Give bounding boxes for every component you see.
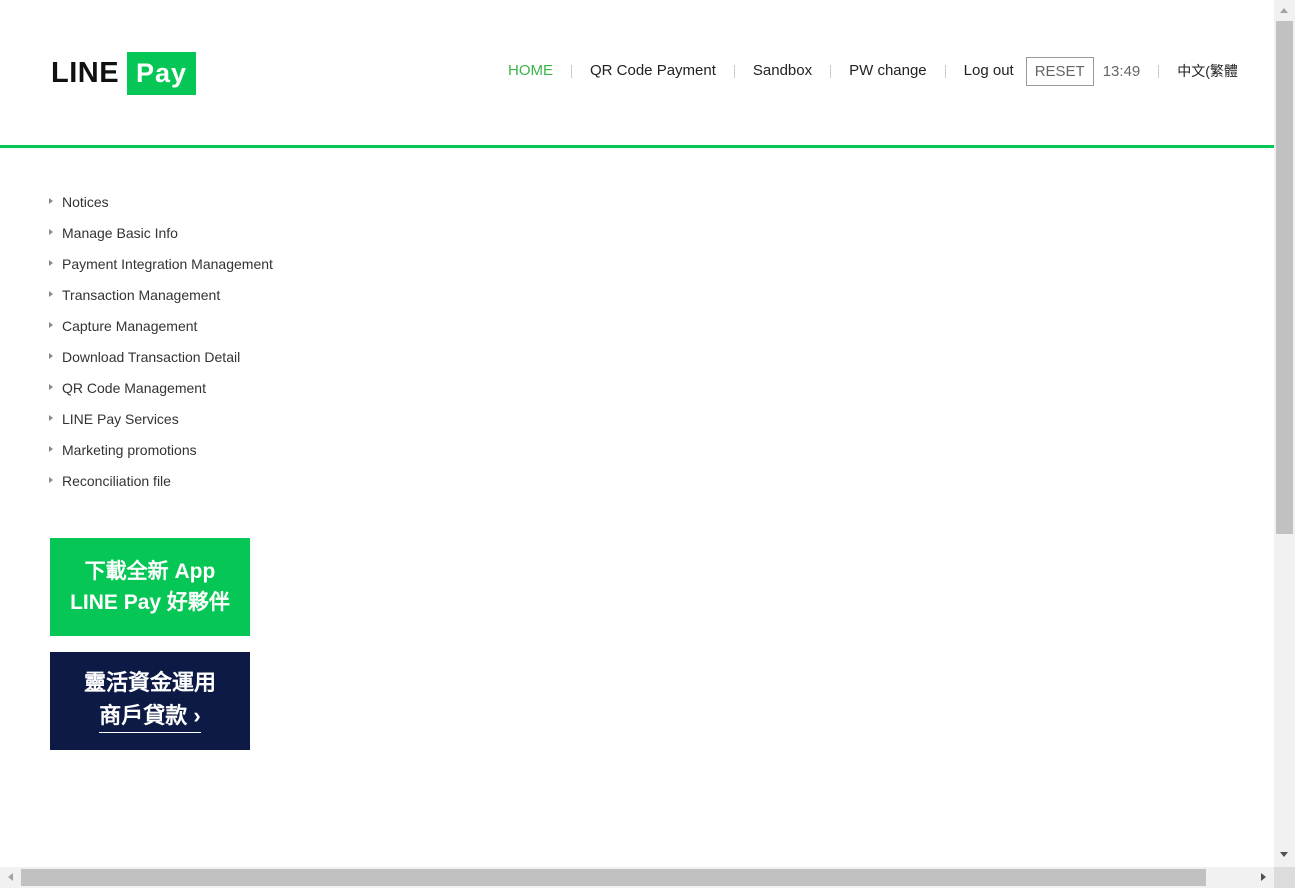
nav-separator xyxy=(1158,64,1160,78)
caret-right-icon xyxy=(49,228,53,235)
app-banner-line1: 下載全新 App xyxy=(84,560,216,583)
nav-separator xyxy=(733,64,735,78)
loan-banner-line2: 商戶貸款 › xyxy=(99,702,201,733)
menu-item-payment-integration[interactable]: Payment Integration Management xyxy=(49,249,273,280)
loan-banner-line1: 靈活資金運用 xyxy=(83,670,216,695)
caret-right-icon xyxy=(49,259,53,266)
menu-item-line-pay-services[interactable]: LINE Pay Services xyxy=(49,404,273,435)
top-navigation: HOME QR Code Payment Sandbox PW change L… xyxy=(508,56,1238,86)
page-viewport: LINE Pay HOME QR Code Payment Sandbox PW… xyxy=(0,0,1274,867)
menu-item-transaction-management[interactable]: Transaction Management xyxy=(49,280,273,311)
app-banner-line2: LINE Pay 好夥伴 xyxy=(70,591,230,614)
nav-separator xyxy=(944,64,946,78)
scroll-left-arrow-icon[interactable] xyxy=(8,873,13,881)
nav-qr-code-payment-link[interactable]: QR Code Payment xyxy=(590,57,716,85)
vertical-scrollbar[interactable] xyxy=(1274,0,1295,867)
nav-pw-change-link[interactable]: PW change xyxy=(849,57,927,85)
scroll-right-arrow-icon[interactable] xyxy=(1261,873,1266,881)
horizontal-scrollbar[interactable] xyxy=(0,867,1274,888)
logo-line-text: LINE xyxy=(51,57,120,89)
menu-item-label: Reconciliation file xyxy=(62,473,171,489)
scroll-up-arrow-icon[interactable] xyxy=(1280,8,1288,13)
menu-item-download-transaction-detail[interactable]: Download Transaction Detail xyxy=(49,342,273,373)
nav-separator xyxy=(830,64,832,78)
nav-separator xyxy=(571,64,572,78)
caret-right-icon xyxy=(49,476,53,483)
horizontal-scrollbar-thumb[interactable] xyxy=(21,869,1206,886)
menu-item-reconciliation-file[interactable]: Reconciliation file xyxy=(49,466,273,497)
caret-right-icon xyxy=(49,414,53,421)
nav-sandbox-link[interactable]: Sandbox xyxy=(753,57,812,85)
logo-pay-badge: Pay xyxy=(127,51,197,95)
nav-home-link[interactable]: HOME xyxy=(508,57,553,85)
menu-item-capture-management[interactable]: Capture Management xyxy=(49,311,273,342)
merchant-loan-banner[interactable]: 靈活資金運用 商戶貸款 › xyxy=(50,652,250,750)
site-header: LINE Pay HOME QR Code Payment Sandbox PW… xyxy=(0,0,1274,148)
caret-right-icon xyxy=(49,445,53,452)
menu-item-label: Capture Management xyxy=(62,318,198,334)
caret-right-icon xyxy=(49,383,53,390)
vertical-scrollbar-thumb[interactable] xyxy=(1276,21,1293,534)
menu-item-label: Notices xyxy=(62,194,109,210)
menu-item-label: QR Code Management xyxy=(62,380,206,396)
caret-right-icon xyxy=(49,321,53,328)
caret-right-icon xyxy=(49,197,53,204)
menu-item-label: Manage Basic Info xyxy=(62,225,178,241)
caret-right-icon xyxy=(49,290,53,297)
scrollbar-corner xyxy=(1274,867,1295,888)
sidebar-menu: Notices Manage Basic Info Payment Integr… xyxy=(49,187,273,497)
menu-item-marketing-promotions[interactable]: Marketing promotions xyxy=(49,435,273,466)
menu-item-label: Transaction Management xyxy=(62,287,221,303)
session-timer: 13:49 xyxy=(1102,62,1141,80)
line-pay-logo[interactable]: LINE Pay xyxy=(51,51,197,95)
menu-item-qr-code-management[interactable]: QR Code Management xyxy=(49,373,273,404)
menu-item-label: Payment Integration Management xyxy=(62,256,273,272)
menu-item-manage-basic-info[interactable]: Manage Basic Info xyxy=(49,218,273,249)
scroll-down-arrow-icon[interactable] xyxy=(1280,852,1288,857)
menu-item-notices[interactable]: Notices xyxy=(49,187,273,218)
menu-item-label: Marketing promotions xyxy=(62,442,197,458)
session-reset-button[interactable]: RESET xyxy=(1025,56,1094,86)
menu-item-label: Download Transaction Detail xyxy=(62,349,241,365)
language-selector[interactable]: 中文(繁體 xyxy=(1177,61,1238,81)
caret-right-icon xyxy=(49,352,53,359)
app-download-banner[interactable]: 下載全新 App LINE Pay 好夥伴 xyxy=(50,538,250,636)
nav-logout-link[interactable]: Log out xyxy=(964,57,1014,85)
menu-item-label: LINE Pay Services xyxy=(62,411,179,427)
